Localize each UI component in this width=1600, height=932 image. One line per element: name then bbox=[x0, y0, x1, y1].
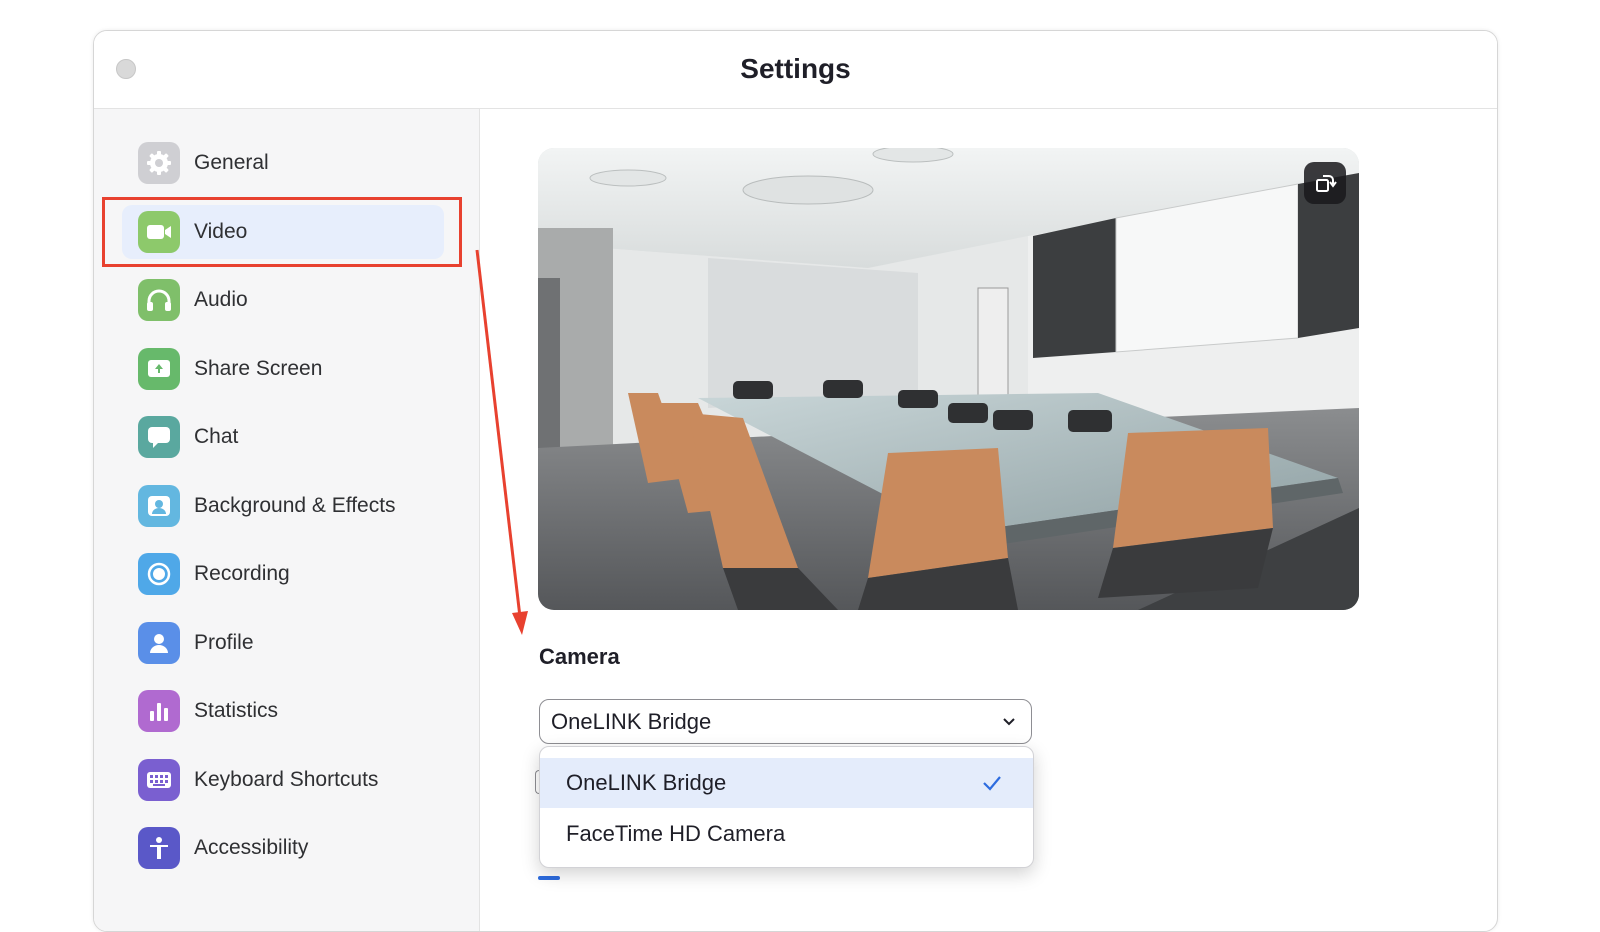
chat-bubble-icon bbox=[138, 416, 180, 458]
sidebar-item-label: Background & Effects bbox=[194, 494, 396, 517]
checkmark-icon bbox=[983, 776, 1001, 791]
sidebar-item-general[interactable]: General bbox=[122, 136, 444, 190]
sidebar-item-label: Audio bbox=[194, 288, 248, 311]
camera-select-value: OneLINK Bridge bbox=[551, 708, 712, 734]
sidebar-item-label: Statistics bbox=[194, 699, 279, 722]
camera-option-onelink-bridge[interactable]: OneLINK Bridge bbox=[540, 758, 1033, 808]
camera-select[interactable]: OneLINK Bridge bbox=[539, 699, 1032, 744]
sidebar-item-label: Keyboard Shortcuts bbox=[194, 768, 379, 791]
sidebar-item-audio[interactable]: Audio bbox=[122, 273, 444, 327]
sidebar-item-label: General bbox=[194, 151, 269, 174]
sidebar-item-statistics[interactable]: Statistics bbox=[122, 684, 444, 738]
sidebar-item-share-screen[interactable]: Share Screen bbox=[122, 342, 444, 396]
camera-section-label: Camera bbox=[539, 644, 620, 669]
sidebar-item-label: Recording bbox=[194, 562, 290, 585]
blue-control-edge bbox=[538, 876, 560, 880]
camera-option-facetime-hd[interactable]: FaceTime HD Camera bbox=[540, 809, 1033, 859]
chevron-down-icon bbox=[1003, 718, 1015, 726]
rotate-camera-button[interactable] bbox=[1304, 162, 1346, 204]
record-icon bbox=[138, 553, 180, 595]
annotation-highlight-box bbox=[102, 197, 462, 267]
camera-dropdown-menu: OneLINK Bridge FaceTime HD Camera bbox=[539, 746, 1034, 868]
accessibility-icon bbox=[138, 827, 180, 869]
sidebar-item-label: Accessibility bbox=[194, 836, 309, 859]
sidebar-item-label: Chat bbox=[194, 425, 239, 448]
sidebar-item-label: Share Screen bbox=[194, 357, 323, 380]
annotation-arrow bbox=[475, 249, 528, 635]
title-bar: Settings bbox=[94, 31, 1497, 109]
headphones-icon bbox=[138, 279, 180, 321]
sidebar-item-label: Profile bbox=[194, 631, 254, 654]
camera-preview bbox=[538, 148, 1359, 610]
sidebar-item-profile[interactable]: Profile bbox=[122, 616, 444, 670]
bar-chart-icon bbox=[138, 690, 180, 732]
sidebar-item-background-effects[interactable]: Background & Effects bbox=[122, 479, 444, 533]
keyboard-icon bbox=[138, 759, 180, 801]
gear-icon bbox=[138, 142, 180, 184]
sidebar-item-keyboard-shortcuts[interactable]: Keyboard Shortcuts bbox=[122, 753, 444, 807]
sidebar-item-chat[interactable]: Chat bbox=[122, 410, 444, 464]
window-title: Settings bbox=[740, 53, 851, 84]
sidebar-item-accessibility[interactable]: Accessibility bbox=[122, 821, 444, 875]
rotate-icon bbox=[1316, 175, 1337, 192]
person-background-icon bbox=[138, 485, 180, 527]
sidebar-item-recording[interactable]: Recording bbox=[122, 547, 444, 601]
option-label: FaceTime HD Camera bbox=[566, 821, 786, 846]
share-screen-icon bbox=[138, 348, 180, 390]
user-icon bbox=[138, 622, 180, 664]
option-label: OneLINK Bridge bbox=[566, 770, 727, 795]
